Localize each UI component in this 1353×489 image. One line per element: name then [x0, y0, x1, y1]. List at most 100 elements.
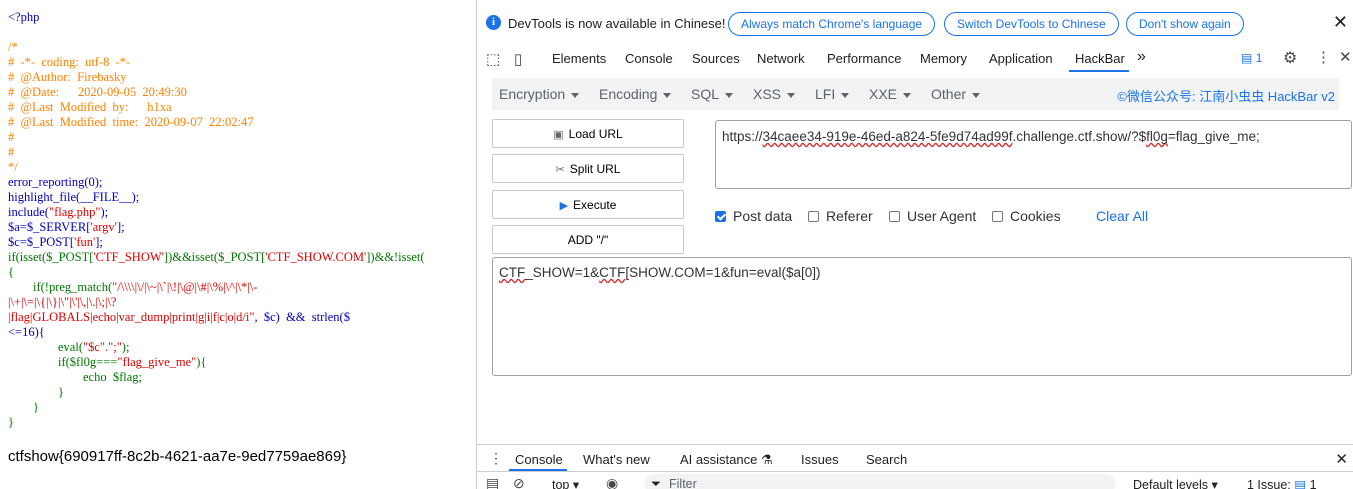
- user-agent-label: User Agent: [907, 208, 977, 224]
- tab-performance[interactable]: Performance: [827, 51, 901, 66]
- load-url-button[interactable]: ▣ Load URL: [492, 119, 684, 148]
- referer-label: Referer: [826, 208, 873, 224]
- flag-output: ctfshow{690917ff-8c2b-4621-aa7e-9ed7759a…: [8, 448, 347, 465]
- post-data-checkbox[interactable]: [715, 211, 726, 222]
- issues-icon: ▤: [1294, 478, 1307, 489]
- active-drawer-tab-indicator: [509, 469, 567, 471]
- code-line: ){: [196, 355, 207, 369]
- user-agent-option[interactable]: User Agent: [889, 208, 976, 224]
- dont-show-again-button[interactable]: Don't show again: [1126, 12, 1244, 36]
- devtools-tabbar: ⬚ ▯ Elements Console Sources Network Per…: [477, 44, 1353, 74]
- switch-to-chinese-button[interactable]: Switch DevTools to Chinese: [944, 12, 1119, 36]
- code-line: highlight_file(__FILE__);: [8, 190, 140, 204]
- code-line: if(isset($_POST[: [8, 250, 94, 264]
- post-text: _SHOW=1&: [525, 265, 600, 280]
- menu-other[interactable]: Other: [931, 86, 981, 102]
- tab-application[interactable]: Application: [989, 51, 1053, 66]
- code-line: );: [100, 205, 109, 219]
- url-text: .challenge.ctf.show/?$: [1012, 129, 1147, 144]
- settings-gear-icon[interactable]: ⚙: [1283, 48, 1297, 68]
- tab-console[interactable]: Console: [625, 51, 673, 66]
- more-tabs-icon[interactable]: »: [1137, 48, 1146, 66]
- menu-lfi[interactable]: LFI: [815, 86, 850, 102]
- code-line: <=16){: [8, 325, 45, 339]
- hackbar-brand: ©微信公众号: 江南小虫虫 HackBar v2: [1117, 89, 1335, 104]
- referer-checkbox[interactable]: [808, 211, 819, 222]
- drawer-tabbar: ⋮ Console What's new AI assistance ⚗ Iss…: [477, 444, 1353, 472]
- hackbar-menu: Encryption Encoding SQL XSS LFI XXE Othe…: [492, 78, 1339, 110]
- url-textarea[interactable]: https://34caee34-919e-46ed-a824-5fe9d74a…: [715, 120, 1352, 189]
- code-string: "/\\\\|\/|\~|\`|\!|\@|\#|\%|\^|\*|\-: [112, 280, 258, 294]
- code-line: $a=$_SERVER[: [8, 220, 91, 234]
- code-line: , $c) && strlen($: [254, 310, 350, 324]
- console-toolbar: ▤ ⊘ top ▾ ◉ ⏷ Filter Default levels ▾ 1 …: [477, 472, 1353, 489]
- execute-button[interactable]: ▶ Execute: [492, 190, 684, 219]
- cookies-label: Cookies: [1010, 208, 1061, 224]
- log-levels-label: Default levels: [1133, 478, 1209, 489]
- code-string: 'CTF_SHOW': [93, 250, 164, 264]
- tab-elements[interactable]: Elements: [552, 51, 606, 66]
- url-text: =flag_give_me;: [1167, 129, 1260, 144]
- menu-xxe[interactable]: XXE: [869, 86, 912, 102]
- menu-lfi-label: LFI: [815, 86, 836, 102]
- sidebar-toggle-icon[interactable]: ▤: [486, 475, 499, 489]
- code-line: ])&&!isset(: [366, 250, 425, 264]
- code-string: 'CTF_SHOW.COM': [265, 250, 367, 264]
- post-text: CTF: [499, 265, 526, 280]
- clear-console-icon[interactable]: ⊘: [513, 475, 525, 489]
- user-agent-checkbox[interactable]: [889, 211, 900, 222]
- menu-encoding[interactable]: Encoding: [599, 86, 672, 102]
- log-levels-dropdown[interactable]: Default levels ▾: [1133, 477, 1218, 489]
- code-line: }: [8, 415, 14, 429]
- filter-input[interactable]: ⏷ Filter: [645, 474, 1115, 489]
- eye-icon[interactable]: ◉: [606, 475, 618, 489]
- console-issue-count: 1: [1309, 478, 1317, 489]
- device-toolbar-icon[interactable]: ▯: [514, 50, 522, 68]
- cookies-checkbox[interactable]: [992, 211, 1003, 222]
- drawer-menu-icon[interactable]: ⋮: [489, 450, 503, 467]
- close-drawer-icon[interactable]: ✕: [1335, 450, 1348, 468]
- drawer-tab-console[interactable]: Console: [515, 452, 563, 467]
- drawer-tab-search[interactable]: Search: [866, 452, 907, 467]
- close-icon[interactable]: ✕: [1333, 12, 1348, 33]
- split-url-label: Split URL: [569, 162, 621, 176]
- clear-all-link[interactable]: Clear All: [1096, 208, 1148, 224]
- code-string: "flag.php": [48, 205, 101, 219]
- tab-hackbar[interactable]: HackBar: [1075, 51, 1125, 66]
- post-data-option[interactable]: Post data: [715, 208, 792, 224]
- menu-sql-label: SQL: [691, 86, 720, 102]
- always-match-language-button[interactable]: Always match Chrome's language: [728, 12, 936, 36]
- add-slash-button[interactable]: ADD "/": [492, 225, 684, 254]
- console-issues-indicator[interactable]: 1 Issue: ▤ 1: [1247, 477, 1317, 489]
- issues-badge[interactable]: ▤ 1: [1241, 51, 1262, 65]
- tab-sources[interactable]: Sources: [692, 51, 740, 66]
- post-data-textarea[interactable]: CTF_SHOW=1&CTF[SHOW.COM=1&fun=eval($a[0]…: [492, 257, 1352, 376]
- code-line: ];: [116, 220, 125, 234]
- menu-sql[interactable]: SQL: [691, 86, 734, 102]
- more-options-icon[interactable]: ⋮: [1316, 48, 1331, 66]
- code-line: include(: [8, 205, 49, 219]
- menu-xss[interactable]: XSS: [753, 86, 796, 102]
- active-tab-indicator: [1069, 70, 1129, 72]
- chevron-down-icon: [841, 92, 850, 98]
- code-comment-line: #: [8, 145, 15, 159]
- drawer-tab-issues[interactable]: Issues: [801, 452, 839, 467]
- drawer-tab-whats-new[interactable]: What's new: [583, 452, 650, 467]
- play-icon: ▶: [559, 200, 569, 212]
- post-data-label: Post data: [733, 208, 793, 224]
- context-selector[interactable]: top ▾: [552, 477, 579, 489]
- cookies-option[interactable]: Cookies: [992, 208, 1061, 224]
- code-string: 'fun': [74, 235, 96, 249]
- code-comment-line: */: [8, 160, 18, 174]
- drawer-tab-ai-assistance[interactable]: AI assistance ⚗: [680, 452, 773, 468]
- referer-option[interactable]: Referer: [808, 208, 873, 224]
- split-url-button[interactable]: ✂ Split URL: [492, 154, 684, 183]
- menu-encoding-label: Encoding: [599, 86, 658, 102]
- tab-memory[interactable]: Memory: [920, 51, 967, 66]
- inspect-element-icon[interactable]: ⬚: [486, 50, 500, 68]
- close-devtools-icon[interactable]: ✕: [1339, 48, 1352, 66]
- hackbar-panel: Encryption Encoding SQL XSS LFI XXE Othe…: [477, 73, 1353, 444]
- tab-network[interactable]: Network: [757, 51, 805, 66]
- issues-icon: ▤: [1241, 51, 1253, 65]
- menu-encryption[interactable]: Encryption: [499, 86, 580, 102]
